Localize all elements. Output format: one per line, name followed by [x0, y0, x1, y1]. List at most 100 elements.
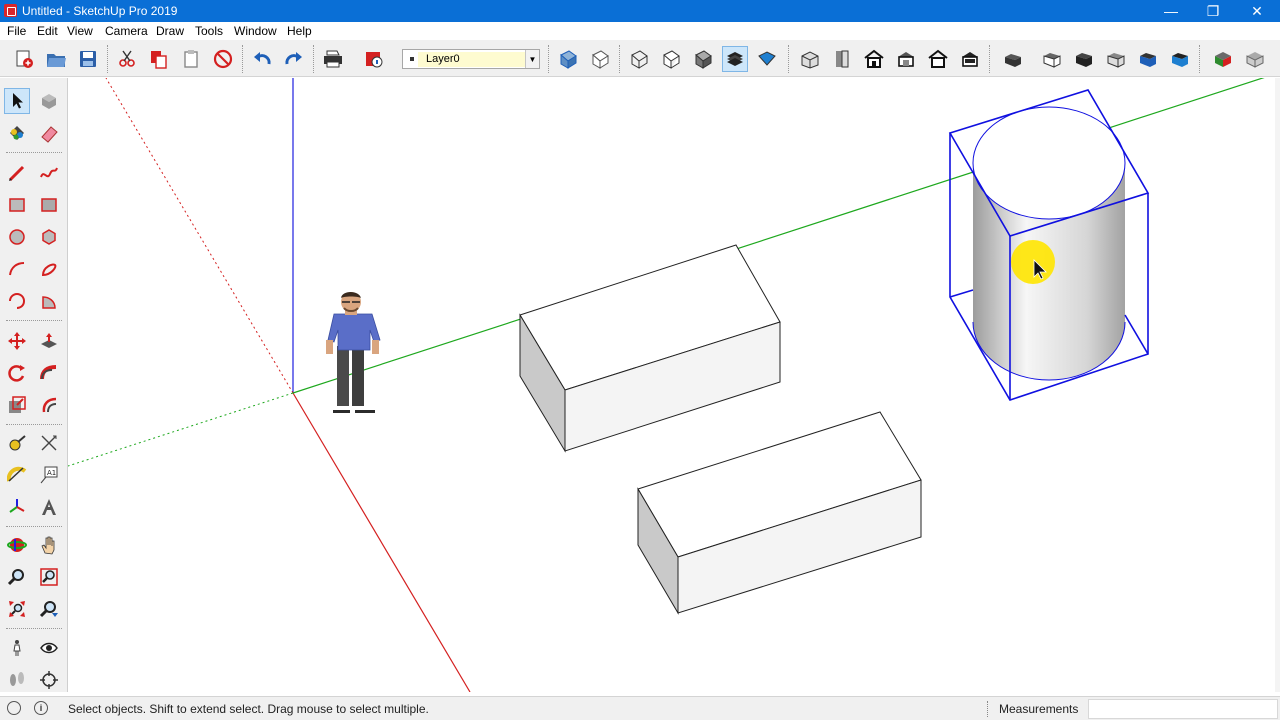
shaded-icon[interactable]	[690, 46, 716, 72]
undo-icon[interactable]	[249, 46, 275, 72]
rotate-icon[interactable]	[4, 360, 30, 386]
three-point-arc-icon[interactable]	[4, 288, 30, 314]
chevron-down-icon[interactable]: ▼	[525, 50, 539, 68]
line-icon[interactable]	[4, 160, 30, 186]
wireframe-icon[interactable]	[626, 46, 652, 72]
3d-text-icon[interactable]	[36, 494, 62, 520]
measurements-input[interactable]	[1088, 699, 1278, 719]
component-icon-6[interactable]	[1167, 46, 1193, 72]
erase-icon[interactable]	[210, 46, 236, 72]
rectangle-icon[interactable]	[4, 192, 30, 218]
svg-text:A1: A1	[47, 469, 56, 477]
drawing-viewport[interactable]	[68, 78, 1275, 692]
new-file-icon[interactable]	[11, 46, 37, 72]
scale-icon[interactable]	[4, 392, 30, 418]
back-edges-icon[interactable]	[587, 46, 613, 72]
arc-icon[interactable]	[4, 256, 30, 282]
scale-figure-person[interactable]	[326, 292, 381, 413]
cut-icon[interactable]	[114, 46, 140, 72]
component-icon-5[interactable]	[1135, 46, 1161, 72]
zoom-window-icon[interactable]	[36, 564, 62, 590]
menu-bar: File Edit View Camera Draw Tools Window …	[0, 22, 1280, 40]
model-info-icon[interactable]	[361, 46, 387, 72]
polygon-icon[interactable]	[36, 224, 62, 250]
menu-draw[interactable]: Draw	[156, 24, 184, 38]
title-bar: Untitled - SketchUp Pro 2019 — ❐ ✕	[0, 0, 1280, 22]
look-around-icon[interactable]	[36, 635, 62, 661]
toolbar-separator	[242, 45, 243, 73]
extension-icon-2[interactable]	[1242, 46, 1268, 72]
xray-icon[interactable]	[555, 46, 581, 72]
zoom-extents-icon[interactable]	[4, 596, 30, 622]
geo-location-icon[interactable]	[7, 701, 21, 715]
orbit-icon[interactable]	[4, 532, 30, 558]
tape-measure-icon[interactable]	[4, 430, 30, 456]
cursor-highlight	[1011, 240, 1055, 284]
print-icon[interactable]	[320, 46, 346, 72]
box-1[interactable]	[519, 244, 781, 453]
paint-bucket-icon[interactable]	[4, 120, 30, 146]
two-point-arc-icon[interactable]	[36, 256, 62, 282]
rotated-rectangle-icon[interactable]	[36, 192, 62, 218]
toolbar-separator	[548, 45, 549, 73]
layer-dropdown[interactable]: Layer0 ▼	[402, 49, 540, 69]
component-icon-1[interactable]	[1000, 46, 1026, 72]
extension-icon-1[interactable]	[1210, 46, 1236, 72]
save-icon[interactable]	[75, 46, 101, 72]
menu-file[interactable]: File	[7, 24, 26, 38]
iso-view-icon[interactable]	[797, 46, 823, 72]
move-icon[interactable]	[4, 328, 30, 354]
copy-icon[interactable]	[146, 46, 172, 72]
freehand-icon[interactable]	[36, 160, 62, 186]
close-button[interactable]: ✕	[1236, 0, 1278, 22]
status-message: Select objects. Shift to extend select. …	[68, 702, 429, 716]
menu-view[interactable]: View	[67, 24, 93, 38]
box-2[interactable]	[637, 411, 922, 615]
redo-icon[interactable]	[281, 46, 307, 72]
scene-canvas[interactable]	[68, 78, 1275, 692]
monochrome-icon[interactable]	[754, 46, 780, 72]
component-icon-4[interactable]	[1103, 46, 1129, 72]
right-view-icon[interactable]	[893, 46, 919, 72]
cylinder[interactable]	[972, 106, 1126, 381]
offset-icon[interactable]	[36, 392, 62, 418]
component-icon-3[interactable]	[1071, 46, 1097, 72]
minimize-button[interactable]: —	[1150, 0, 1192, 22]
pie-icon[interactable]	[36, 288, 62, 314]
dimension-icon[interactable]	[36, 430, 62, 456]
circle-icon[interactable]	[4, 224, 30, 250]
open-folder-icon[interactable]	[43, 46, 69, 72]
left-view-icon[interactable]	[957, 46, 983, 72]
section-plane-icon[interactable]	[36, 667, 62, 693]
toolbar-separator	[107, 45, 108, 73]
hidden-line-icon[interactable]	[658, 46, 684, 72]
eraser-icon[interactable]	[36, 120, 62, 146]
restore-button[interactable]: ❐	[1192, 0, 1234, 22]
front-view-icon[interactable]	[861, 46, 887, 72]
menu-camera[interactable]: Camera	[105, 24, 148, 38]
protractor-icon[interactable]	[4, 462, 30, 488]
shaded-textures-icon[interactable]	[722, 46, 748, 72]
axes-icon[interactable]	[4, 494, 30, 520]
previous-view-icon[interactable]	[36, 596, 62, 622]
green-axis-line	[292, 78, 1265, 394]
select-icon[interactable]	[4, 88, 30, 114]
position-camera-icon[interactable]	[4, 635, 30, 661]
pan-icon[interactable]	[36, 532, 62, 558]
menu-tools[interactable]: Tools	[195, 24, 223, 38]
menu-edit[interactable]: Edit	[37, 24, 58, 38]
make-component-icon[interactable]	[36, 88, 62, 114]
back-view-icon[interactable]	[925, 46, 951, 72]
menu-window[interactable]: Window	[234, 24, 277, 38]
menu-help[interactable]: Help	[287, 24, 312, 38]
credits-icon[interactable]: i	[34, 701, 48, 715]
zoom-icon[interactable]	[4, 564, 30, 590]
component-icon-2[interactable]	[1039, 46, 1065, 72]
walk-icon[interactable]	[4, 667, 30, 693]
paste-icon[interactable]	[178, 46, 204, 72]
push-pull-icon[interactable]	[36, 328, 62, 354]
palette-separator	[6, 320, 62, 321]
follow-me-icon[interactable]	[36, 360, 62, 386]
top-view-icon[interactable]	[829, 46, 855, 72]
text-icon[interactable]: A1	[36, 462, 62, 488]
